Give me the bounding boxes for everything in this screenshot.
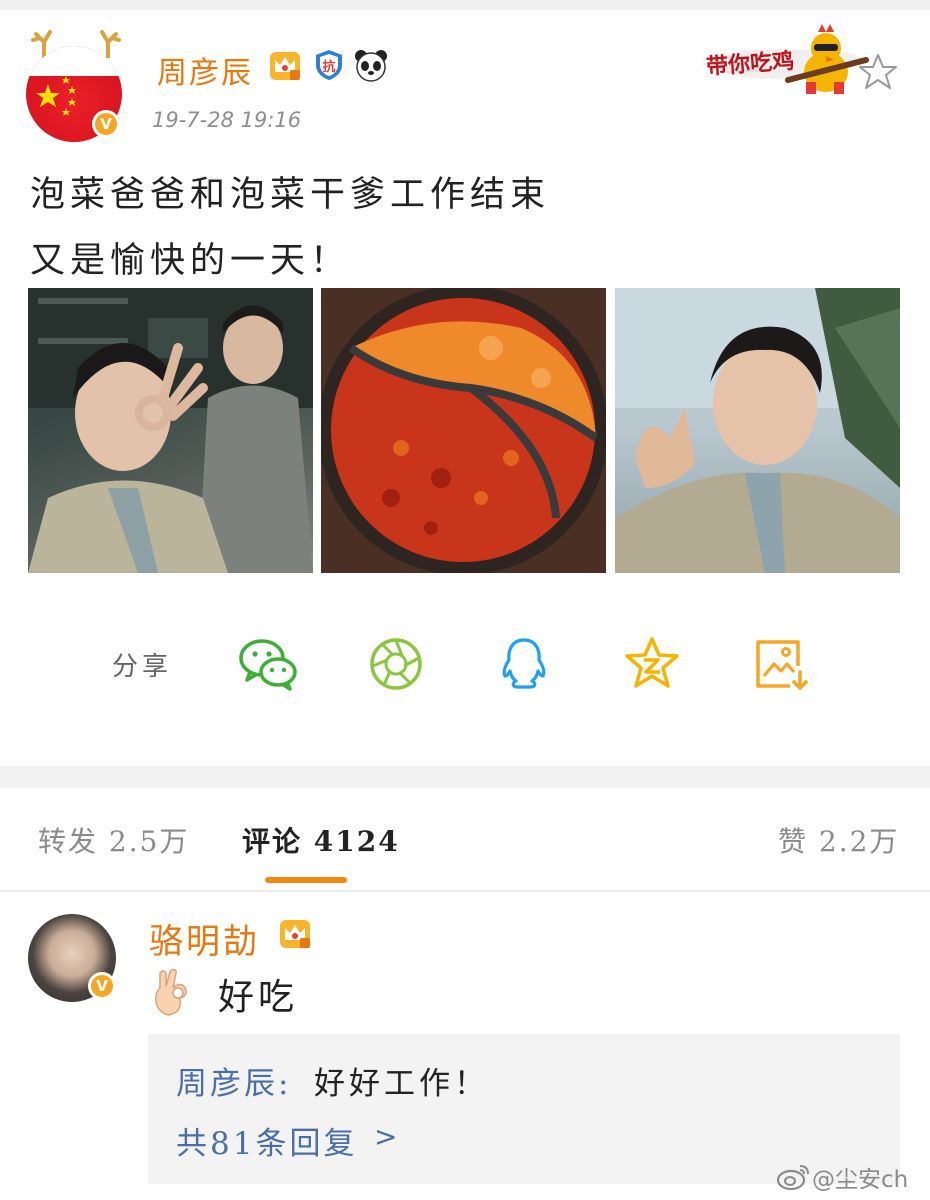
verified-badge: V xyxy=(92,110,120,138)
qq-icon[interactable] xyxy=(494,636,554,692)
post-photo-2[interactable] xyxy=(321,288,606,573)
author-avatar[interactable]: V xyxy=(26,28,126,142)
post-author-name[interactable]: 周彦辰 xyxy=(157,48,253,92)
reply-author[interactable]: 周彦辰: xyxy=(176,1058,291,1103)
wechat-icon[interactable] xyxy=(238,636,298,692)
post-text-line-2: 又是愉快的一天！ xyxy=(30,241,351,281)
top-strip xyxy=(0,0,930,10)
active-tab-indicator xyxy=(265,877,347,883)
tab-comments[interactable]: 评论 4124 xyxy=(242,820,400,860)
share-label: 分享 xyxy=(112,652,173,682)
selfie-two-people-image xyxy=(28,288,313,573)
qzone-icon[interactable] xyxy=(622,636,682,692)
commenter-avatar[interactable]: V xyxy=(28,914,120,1006)
moments-icon[interactable] xyxy=(366,636,426,692)
post-photo-3[interactable] xyxy=(615,288,900,573)
selfie-thumbs-up-image xyxy=(615,288,900,573)
save-image-icon[interactable] xyxy=(752,636,812,692)
shield-badge-icon[interactable]: 抗 xyxy=(313,48,345,82)
tab-likes[interactable]: 赞 2.2万 xyxy=(778,820,899,860)
section-divider xyxy=(0,766,930,788)
post-content: 泡菜爸爸和泡菜干爹工作结束 又是愉快的一天！ xyxy=(30,162,550,294)
shield-badge-text: 抗 xyxy=(322,59,335,75)
reply-text: 好好工作！ xyxy=(314,1066,489,1102)
watermark-text: @尘安ch xyxy=(812,1167,909,1193)
vip-crown-icon[interactable] xyxy=(278,916,312,950)
tab-divider xyxy=(0,890,930,892)
post-photo-1[interactable] xyxy=(28,288,313,573)
view-replies-link[interactable]: 共81条回复 xyxy=(176,1118,357,1163)
chevron-right-icon[interactable]: > xyxy=(374,1120,397,1153)
tab-repost[interactable]: 转发 2.5万 xyxy=(38,820,189,860)
weibo-logo-icon xyxy=(776,1165,809,1190)
commenter-name[interactable]: 骆明劼 xyxy=(149,914,260,963)
comment-text: 好吃 xyxy=(218,977,299,1018)
hotpot-image xyxy=(321,288,606,573)
post-text-line-1: 泡菜爸爸和泡菜干爹工作结束 xyxy=(30,175,551,215)
verified-badge: V xyxy=(88,972,116,1000)
panda-icon[interactable] xyxy=(354,48,388,82)
vip-crown-icon[interactable] xyxy=(268,48,302,82)
post-timestamp: 19-7-28 19:16 xyxy=(152,108,302,132)
ok-hand-emoji-icon xyxy=(155,968,187,1016)
star-icon[interactable] xyxy=(858,52,898,92)
sticker-text: 带你吃鸡 xyxy=(705,47,795,81)
